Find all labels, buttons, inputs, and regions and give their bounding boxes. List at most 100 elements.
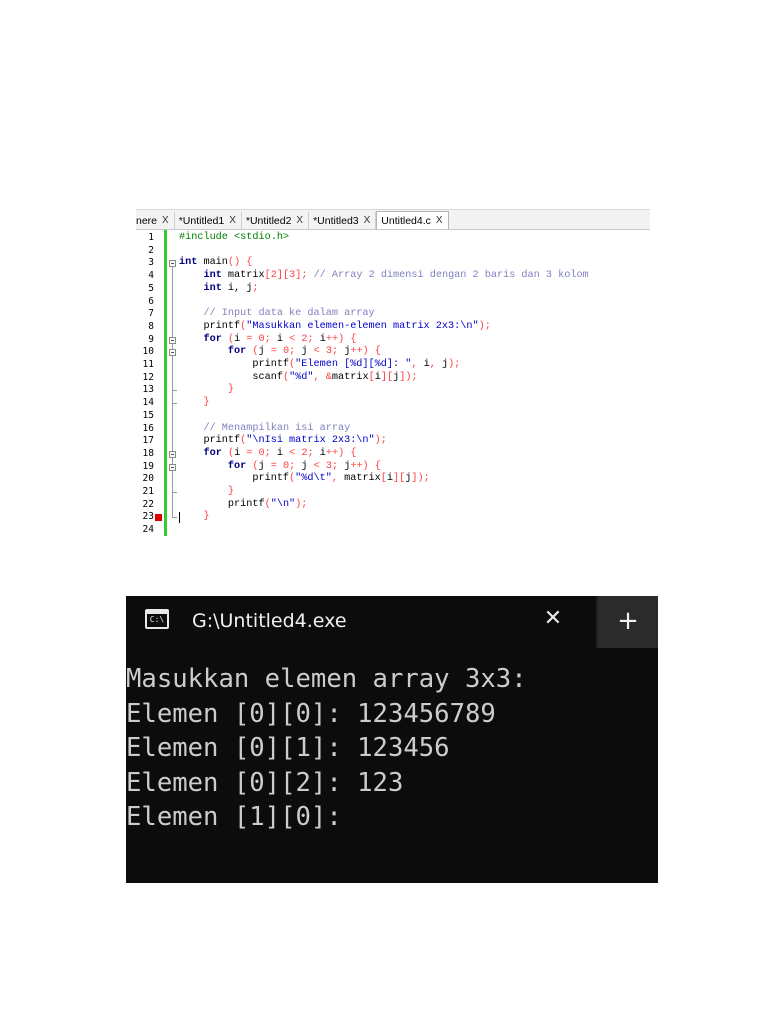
tab-close-icon[interactable]: X [296,215,303,226]
code-token: ]; [295,270,308,282]
code-token: for [227,346,247,358]
code-token: ); [448,359,461,370]
code-token: i [313,333,326,345]
tab-label: Untitled4.c [381,214,431,227]
code-token: i [417,359,430,370]
line-number: 15 [142,409,154,421]
code-token: ; [252,282,259,294]
line-number: 8 [148,320,154,332]
code-token: i [270,333,290,345]
code-token: j [258,346,271,358]
code-token: scanf [179,371,283,383]
fold-end [172,390,177,392]
code-line: printf("Masukkan elemen-elemen matrix 2x… [179,320,490,334]
line-number: 23 [142,511,154,523]
fold-toggle-icon[interactable] [169,260,176,268]
terminal-output-line: Elemen [1][0]: [126,802,342,832]
terminal-title: G:\Untitled4.exe [192,610,347,632]
tab-label: nere [136,214,158,227]
code-token: // Menampilkan isi array [203,422,351,434]
code-token: "\n" [270,498,296,510]
code-line: printf("\nIsi matrix 2x3:\n"); [179,435,387,448]
line-number: 22 [142,498,154,510]
editor-tab-bar: nere X *Untitled1 X *Untitled2 X *Untitl… [136,209,650,230]
code-token: int [179,257,198,269]
tab-untitled4[interactable]: Untitled4.c X [376,211,449,229]
code-token: i [234,447,247,459]
code-line: } [179,397,209,410]
code-token: ]); [399,371,418,383]
fold-guide [172,470,173,492]
tab-nere[interactable]: nere X [136,212,175,229]
code-token: ); [295,498,308,510]
code-area[interactable]: 1 2 3 4 5 6 7 8 9 10 11 12 13 14 15 16 17 18 19 20 21 22 23 24 … [136,230,650,536]
fold-toggle-icon[interactable] [169,349,176,357]
tab-untitled3[interactable]: *Untitled3 X [309,212,377,229]
code-token: i [234,333,247,345]
code-token: matrix [221,270,265,282]
code-token: matrix [337,473,381,485]
line-number: 9 [148,333,154,345]
code-token: ++) { [325,333,357,345]
code-token: int [203,270,222,282]
code-token: j [435,359,449,370]
code-token: j [295,460,314,472]
code-token: "Elemen [%d][%d]: " [295,359,412,370]
code-token: j [338,460,351,472]
code-token: i [270,447,290,459]
line-number: 24 [142,524,154,536]
close-icon[interactable]: ✕ [541,607,565,631]
code-line: #include <stdio.h> [179,232,289,245]
change-bar [164,230,167,536]
code-line: for (i = 0; i < 2; i++) { [179,448,356,461]
breakpoint-marker-icon[interactable] [155,514,162,522]
code-line: int i, j; [179,282,259,296]
code-line: printf("\n"); [179,498,308,512]
code-token: ++) { [350,346,381,358]
terminal-tab[interactable]: C:\ G:\Untitled4.exe ✕ [126,596,596,648]
line-number: 10 [142,346,154,358]
code-token: for [203,333,222,345]
tab-label: *Untitled3 [313,214,359,227]
tab-untitled1[interactable]: *Untitled1 X [175,212,242,229]
line-number: 14 [142,397,154,409]
tab-untitled2[interactable]: *Untitled2 X [242,212,310,229]
text-cursor [179,512,180,524]
terminal-titlebar: C:\ G:\Untitled4.exe ✕ + [126,596,658,648]
code-token: ][ [393,473,406,485]
terminal-output-line: Elemen [0][2]: 123 [126,767,404,798]
code-token: ); [374,435,387,447]
code-line: printf("Elemen [%d][%d]: ", i, j); [179,359,460,372]
code-line: // Menampilkan isi array [179,423,350,436]
fold-toggle-icon[interactable] [169,336,176,344]
fold-toggle-icon[interactable] [169,450,176,458]
code-token: printf [179,359,290,370]
tab-close-icon[interactable]: X [436,215,443,226]
code-token: printf [179,498,265,510]
code-token: for [203,447,222,459]
code-token: i [313,447,326,459]
terminal-output-line: Elemen [0][1]: 123456 [126,733,450,763]
line-number: 12 [142,371,154,383]
code-line: // Input data ke dalam array [179,308,374,321]
line-number: 18 [142,447,154,459]
line-number: 20 [142,473,154,485]
tab-close-icon[interactable]: X [229,215,236,226]
line-number-gutter: 1 2 3 4 5 6 7 8 9 10 11 12 13 14 15 16 17 18 19 20 21 22 23 24 [136,230,177,536]
line-number: 1 [148,232,154,243]
fold-toggle-icon[interactable] [169,463,176,471]
code-token: i, j [221,282,253,294]
tab-close-icon[interactable]: X [162,215,169,226]
code-line: scanf("%d", &matrix[i][j]); [179,371,418,385]
line-number: 7 [148,308,154,320]
code-token: ++) { [325,447,357,459]
code-token: "Masukkan elemen-elemen matrix 2x3:\n" [246,320,479,332]
code-line: for (j = 0; j < 3; j++) { [179,346,381,359]
code-editor: nere X *Untitled1 X *Untitled2 X *Untitl… [136,209,650,536]
new-tab-button[interactable]: + [598,596,658,648]
tab-close-icon[interactable]: X [364,215,371,226]
